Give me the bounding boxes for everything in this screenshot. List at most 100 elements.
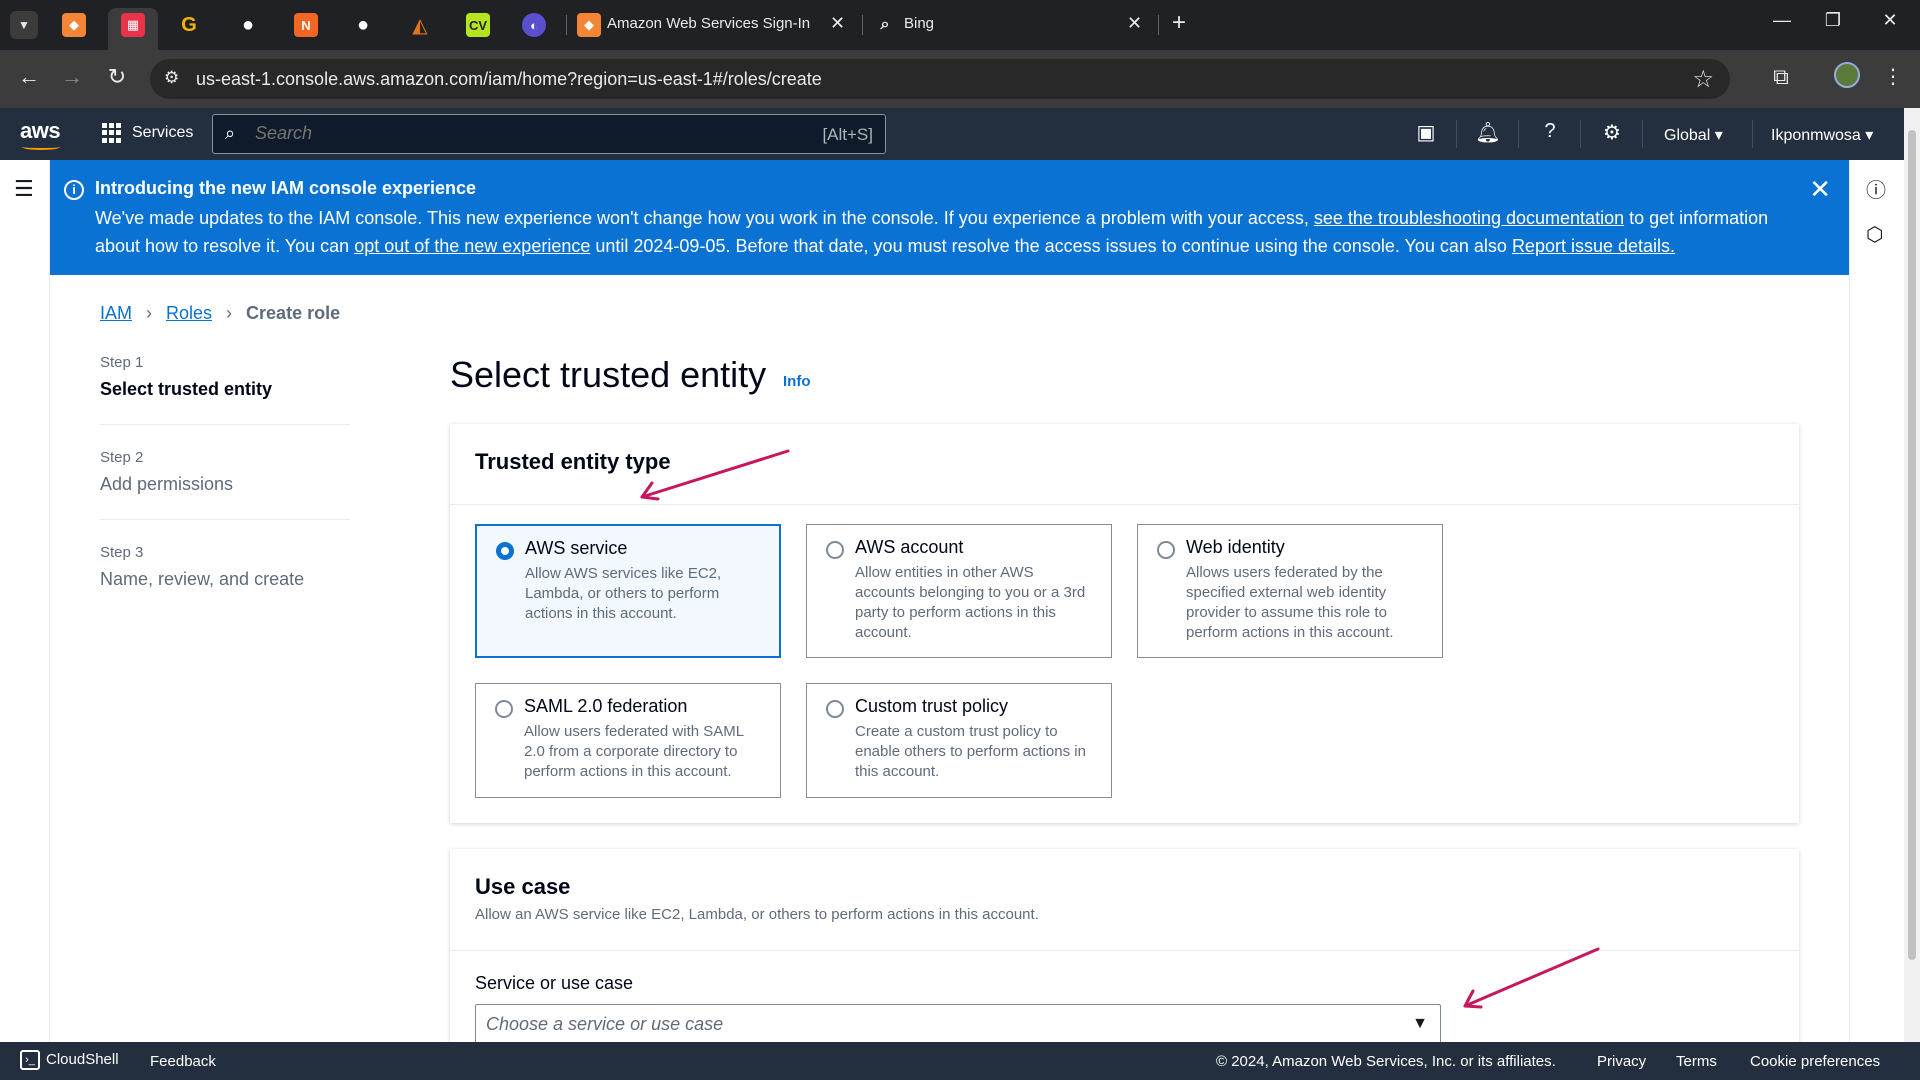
breadcrumb-roles[interactable]: Roles	[166, 303, 212, 324]
step-number: Step 2	[100, 449, 144, 466]
bookmark-star-icon[interactable]: ☆	[1692, 65, 1714, 94]
notifications-bell-icon[interactable]: 🔔︎	[1474, 120, 1502, 145]
search-bar[interactable]: ⌕ [Alt+S]	[212, 114, 886, 154]
option-saml-federation[interactable]: SAML 2.0 federation Allow users federate…	[475, 683, 781, 798]
url-text[interactable]: us-east-1.console.aws.amazon.com/iam/hom…	[196, 69, 822, 90]
radio-button[interactable]	[826, 700, 844, 718]
service-select[interactable]: Choose a service or use case ▼	[475, 1004, 1441, 1044]
calendar-tab-icon[interactable]: ▦	[121, 13, 145, 37]
restore-icon[interactable]: ❐	[1813, 10, 1853, 31]
help-icon[interactable]: ?	[1536, 120, 1564, 143]
browser-tab-strip: ▼ ◆ ▦ G ● N ● ◭ CV ◐ ◆ Amazon Web Servic…	[0, 0, 1920, 50]
option-description: Create a custom trust policy to enable o…	[855, 723, 1086, 780]
field-label: Service or use case	[475, 973, 634, 993]
opt-out-link[interactable]: opt out of the new experience	[354, 236, 590, 256]
aws-tab-icon-2[interactable]: ◆	[577, 13, 601, 37]
search-input[interactable]	[255, 123, 775, 144]
radio-button[interactable]	[496, 542, 514, 560]
feedback-panel-icon[interactable]: ⬡	[1866, 222, 1883, 247]
hamburger-menu-icon[interactable]: ☰	[14, 176, 34, 202]
feedback-link[interactable]: Feedback	[150, 1053, 216, 1070]
page-scrollbar[interactable]	[1904, 108, 1920, 1042]
tab-title-aws-signin[interactable]: Amazon Web Services Sign-In	[607, 15, 810, 32]
breadcrumb: IAM › Roles › Create role	[100, 303, 340, 324]
back-icon[interactable]: ←	[14, 64, 44, 90]
close-icon[interactable]: ✕	[1809, 174, 1831, 205]
account-label: Ikponmwosa	[1771, 127, 1861, 144]
browser-tab-icon[interactable]: ◐	[522, 13, 546, 37]
cv-tab-icon[interactable]: CV	[466, 13, 490, 37]
flash-body: We've made updates to the IAM console. T…	[95, 204, 1815, 260]
reload-icon[interactable]: ↻	[102, 64, 132, 90]
option-web-identity[interactable]: Web identity Allows users federated by t…	[1137, 524, 1443, 658]
n-tab-icon[interactable]: N	[294, 13, 318, 37]
github-tab-icon-2[interactable]: ●	[351, 13, 375, 37]
radio-button[interactable]	[826, 541, 844, 559]
right-tools-rail: ⓘ ⬡	[1849, 160, 1904, 1042]
extensions-icon[interactable]: ⧉	[1766, 64, 1796, 90]
wizard-step-3: Step 3 Name, review, and create	[100, 544, 350, 614]
report-issue-link[interactable]: Report issue details.	[1512, 236, 1675, 256]
profile-avatar[interactable]	[1832, 62, 1862, 94]
search-shortcut: [Alt+S]	[822, 125, 873, 144]
flash-text: until 2024-09-05. Before that date, you …	[590, 236, 1512, 256]
account-menu[interactable]: Ikponmwosa ▾	[1771, 125, 1873, 145]
flash-title: Introducing the new IAM console experien…	[95, 178, 477, 198]
page-title: Select trusted entity	[450, 354, 767, 395]
option-aws-account[interactable]: AWS account Allow entities in other AWS …	[806, 524, 1112, 658]
aws-tab-icon[interactable]: ◆	[62, 13, 86, 37]
terms-link[interactable]: Terms	[1676, 1053, 1717, 1070]
section-title: Use case	[475, 874, 571, 899]
header-divider	[1752, 120, 1753, 148]
forward-icon[interactable]: →	[57, 64, 87, 90]
caret-down-icon: ▼	[1412, 1015, 1428, 1032]
tab-close-icon[interactable]: ✕	[830, 13, 845, 34]
privacy-link[interactable]: Privacy	[1597, 1053, 1646, 1070]
header-divider	[1580, 120, 1581, 148]
cloudshell-icon[interactable]: ▣	[1412, 120, 1440, 145]
option-label: AWS service	[525, 538, 628, 558]
option-custom-trust-policy[interactable]: Custom trust policy Create a custom trus…	[806, 683, 1112, 798]
services-label: Services	[132, 124, 194, 141]
new-tab-icon[interactable]: +	[1172, 9, 1186, 37]
wizard-steps: Step 1 Select trusted entity Step 2 Add …	[100, 354, 350, 638]
troubleshooting-link[interactable]: see the troubleshooting documentation	[1314, 208, 1624, 228]
section-description: Allow an AWS service like EC2, Lambda, o…	[475, 906, 1039, 923]
cookie-preferences-link[interactable]: Cookie preferences	[1750, 1053, 1880, 1070]
search-tab-icon[interactable]: ⌕	[873, 13, 897, 37]
fox-tab-icon[interactable]: ◭	[408, 13, 432, 37]
scrollbar-thumb[interactable]	[1908, 130, 1916, 960]
option-label: Custom trust policy	[855, 696, 1009, 716]
radio-button[interactable]	[495, 700, 513, 718]
breadcrumb-iam[interactable]: IAM	[100, 303, 132, 324]
aws-console-header: aws Services ⌕ [Alt+S] ▣ 🔔︎ ? ⚙ Global ▾…	[0, 108, 1904, 160]
cloudshell-button[interactable]: ›_ CloudShell	[20, 1050, 119, 1070]
address-bar[interactable]: ⚙ us-east-1.console.aws.amazon.com/iam/h…	[150, 59, 1730, 99]
wizard-step-1[interactable]: Step 1 Select trusted entity	[100, 354, 350, 425]
services-menu-button[interactable]: Services	[102, 123, 193, 143]
settings-gear-icon[interactable]: ⚙	[1598, 120, 1626, 145]
tab-search-icon[interactable]: ▼	[10, 11, 38, 39]
github-tab-icon[interactable]: ●	[236, 13, 260, 37]
browser-menu-icon[interactable]: ⋮	[1878, 64, 1908, 89]
step-name: Name, review, and create	[100, 569, 305, 589]
minimize-icon[interactable]: —	[1762, 10, 1802, 31]
info-link[interactable]: Info	[783, 373, 811, 390]
info-panel-icon[interactable]: ⓘ	[1866, 174, 1886, 203]
site-info-icon[interactable]: ⚙	[164, 68, 179, 88]
g-tab-icon[interactable]: G	[177, 13, 201, 37]
flash-text: We've made updates to the IAM console. T…	[95, 208, 1314, 228]
option-description: Allow AWS services like EC2, Lambda, or …	[525, 565, 722, 622]
region-selector[interactable]: Global ▾	[1664, 125, 1723, 145]
wizard-step-2: Step 2 Add permissions	[100, 449, 350, 520]
option-aws-service[interactable]: AWS service Allow AWS services like EC2,…	[475, 524, 781, 658]
radio-button[interactable]	[1157, 541, 1175, 559]
region-label: Global	[1664, 127, 1711, 144]
option-label: AWS account	[855, 537, 964, 557]
info-icon: i	[64, 180, 84, 200]
close-window-icon[interactable]: ✕	[1870, 10, 1910, 31]
tab-title-bing[interactable]: Bing	[904, 15, 934, 32]
tab-close-icon[interactable]: ✕	[1127, 13, 1142, 34]
aws-logo[interactable]: aws	[20, 118, 61, 144]
left-nav-rail: ☰	[0, 160, 50, 1042]
